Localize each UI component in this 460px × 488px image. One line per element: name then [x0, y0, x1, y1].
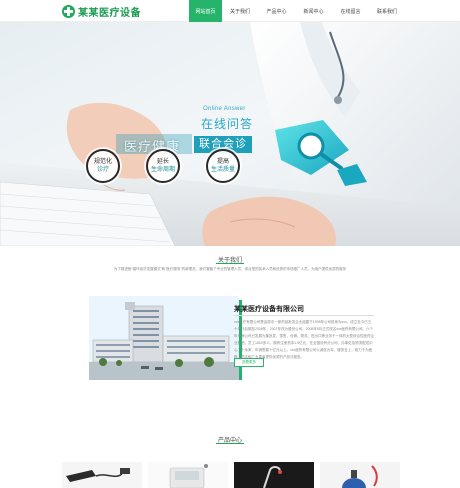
product-card[interactable]: [148, 462, 228, 488]
product-card[interactable]: [62, 462, 142, 488]
nav-item-message[interactable]: 在线留言: [332, 0, 369, 22]
product-card[interactable]: [320, 462, 400, 488]
hospital-building-illustration: [89, 296, 239, 380]
banner-title: 在线问答: [201, 117, 254, 131]
badge-line2: 生命周期: [150, 167, 175, 173]
product-list: [62, 462, 400, 488]
medical-cross-icon: [62, 4, 75, 18]
company-building-image: [89, 296, 239, 380]
banner-illustration: [0, 22, 460, 246]
nav-item-contact[interactable]: 联系我们: [369, 0, 405, 22]
nav-item-home[interactable]: 网站首页: [189, 0, 222, 22]
nav-item-about[interactable]: 关于我们: [222, 0, 258, 22]
badge-line1: 延长: [156, 159, 169, 165]
nav-item-products[interactable]: 产品中心: [258, 0, 295, 22]
site-logo[interactable]: 某某医疗设备: [62, 4, 141, 19]
company-divider: [234, 315, 374, 316]
company-name: 某某医疗设备有限公司: [234, 306, 304, 313]
badge-standardized-treatment: 规范化 诊疗: [86, 149, 120, 183]
badge-line2: 诊疗: [96, 167, 109, 173]
product-thumbnail: [62, 462, 142, 488]
badge-quality-of-life: 提高 生活质量: [206, 149, 240, 183]
hero-banner: Online Answer 在线问答 医疗健康 联合会诊 规范化 诊疗 延长 生…: [0, 22, 460, 246]
products-title-underline: [216, 443, 244, 444]
view-more-button[interactable]: 查看更多: [234, 358, 264, 367]
about-title-underline: [216, 263, 244, 264]
product-thumbnail: [148, 462, 228, 488]
product-thumbnail: [320, 462, 400, 488]
company-description: xxx医疗有限公司是由原中一家药品批发企业组建于1995年公司前身为xxx。成立…: [234, 320, 374, 359]
nav-item-news[interactable]: 新闻中心: [295, 0, 332, 22]
main-nav: 网站首页 关于我们 产品中心 新闻中心 在线留言 联系我们: [189, 0, 405, 22]
badge-line2: 生活质量: [210, 167, 235, 173]
badge-line1: 规范化: [93, 159, 112, 165]
site-header: 某某医疗设备 网站首页 关于我们 产品中心 新闻中心 在线留言 联系我们: [0, 0, 460, 22]
about-description: 为了推进医“循环经济发展模式”和“医疗服务”的新理念，我们凝聚了专业的管理人员、…: [113, 267, 347, 271]
banner-english-title: Online Answer: [203, 106, 246, 112]
product-thumbnail: [234, 462, 314, 488]
logo-text: 某某医疗设备: [78, 7, 141, 19]
badge-extend-life: 延长 生命周期: [146, 149, 180, 183]
badge-line1: 提高: [216, 159, 229, 165]
product-card[interactable]: [234, 462, 314, 488]
